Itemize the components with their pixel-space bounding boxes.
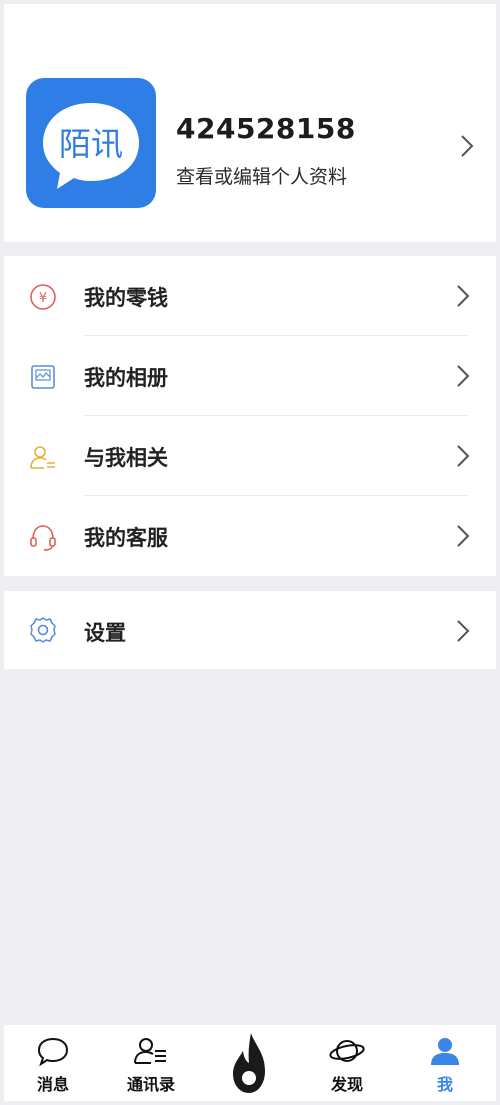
user-id: 424528158 — [176, 112, 356, 145]
logo-text: 陌讯 — [59, 125, 123, 163]
profile-header[interactable]: 陌讯 424528158 查看或编辑个人资料 — [4, 4, 496, 242]
headset-icon — [28, 522, 58, 552]
svg-text:¥: ¥ — [39, 291, 47, 306]
photo-album-icon — [28, 362, 58, 392]
tab-discover[interactable]: 发现 — [298, 1025, 396, 1101]
chevron-right-icon — [456, 619, 470, 643]
tab-label: 消息 — [36, 1075, 69, 1094]
menu-group-settings: 设置 — [4, 591, 496, 669]
chevron-right-icon — [456, 524, 470, 548]
bottom-tab-bar: 消息 通讯录 发现 我 — [4, 1025, 496, 1101]
menu-item-wallet[interactable]: ¥ 我的零钱 — [4, 256, 496, 336]
yuan-coin-icon: ¥ — [28, 282, 58, 312]
menu-item-related[interactable]: 与我相关 — [4, 416, 496, 496]
chevron-right-icon — [456, 444, 470, 468]
menu-item-label: 我的客服 — [84, 526, 168, 550]
tab-label: 发现 — [330, 1075, 363, 1094]
tab-messages[interactable]: 消息 — [4, 1025, 102, 1101]
menu-item-customer-service[interactable]: 我的客服 — [4, 496, 496, 576]
tab-contacts[interactable]: 通讯录 — [102, 1025, 200, 1101]
gear-icon — [28, 615, 58, 645]
app-logo: 陌讯 — [26, 78, 156, 208]
menu-item-label: 与我相关 — [84, 446, 168, 470]
menu-item-label: 我的零钱 — [84, 286, 168, 310]
menu-group-main: ¥ 我的零钱 我的相册 与我相关 我的客服 — [4, 256, 496, 576]
user-icon — [429, 1035, 461, 1067]
menu-item-album[interactable]: 我的相册 — [4, 336, 496, 416]
contacts-icon — [133, 1035, 169, 1067]
speech-bubble-logo-icon: 陌讯 — [43, 103, 139, 189]
planet-icon — [328, 1035, 366, 1067]
tab-label: 我 — [436, 1075, 453, 1094]
menu-item-label: 我的相册 — [84, 366, 168, 390]
edit-profile-link[interactable]: 查看或编辑个人资料 — [176, 162, 347, 189]
tab-me[interactable]: 我 — [396, 1025, 494, 1101]
chevron-right-icon — [456, 364, 470, 388]
chat-bubble-icon — [36, 1035, 70, 1067]
chevron-right-icon — [460, 134, 474, 158]
flame-icon — [229, 1031, 269, 1095]
chevron-right-icon — [456, 284, 470, 308]
menu-item-settings[interactable]: 设置 — [4, 591, 496, 669]
person-list-icon — [28, 442, 58, 472]
menu-item-label: 设置 — [84, 621, 126, 645]
tab-label: 通讯录 — [126, 1075, 175, 1094]
tab-center-flame[interactable] — [200, 1025, 298, 1101]
